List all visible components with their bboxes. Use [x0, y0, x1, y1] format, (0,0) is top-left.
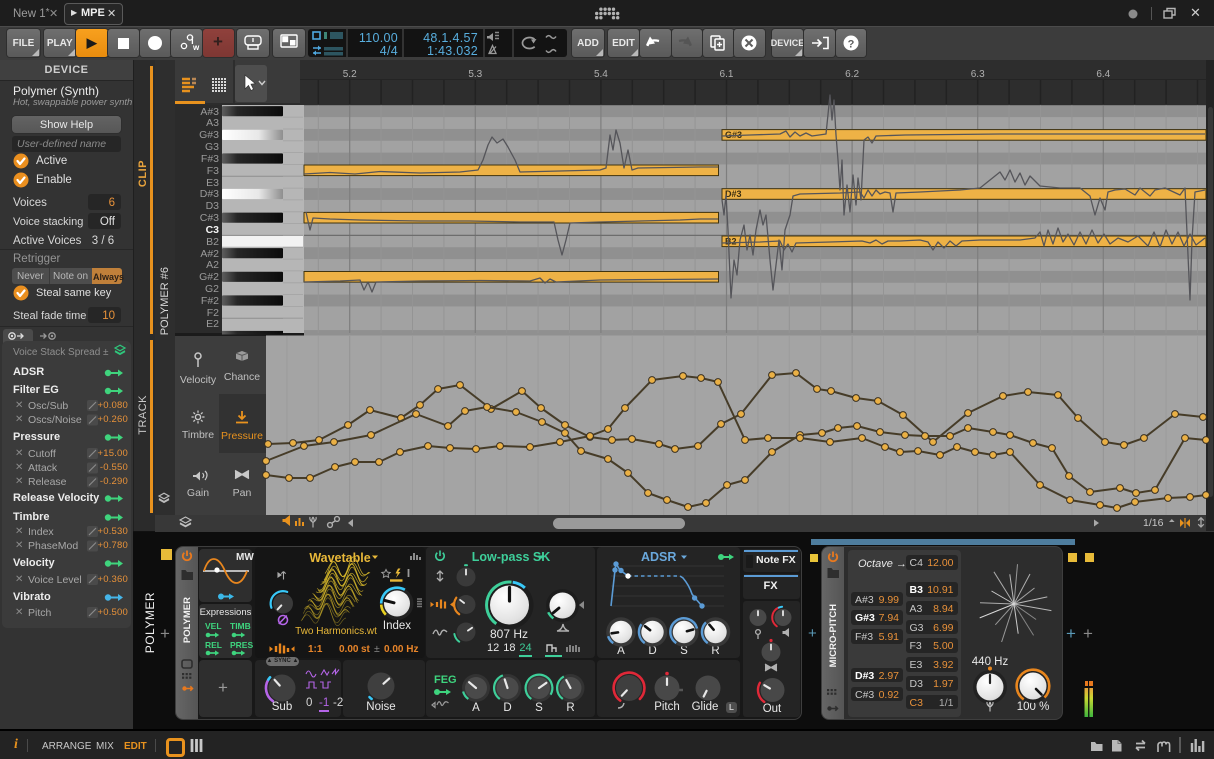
svg-text:?: ?: [848, 39, 855, 51]
svg-text:D#3: D#3: [725, 189, 742, 199]
svg-text:w: w: [192, 43, 200, 52]
svg-text:B2: B2: [725, 237, 737, 247]
